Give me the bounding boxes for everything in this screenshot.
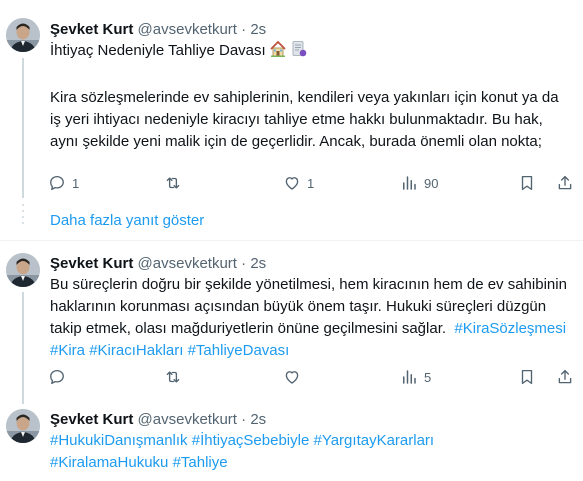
author-handle[interactable]: @avsevketkurt: [138, 21, 237, 38]
bookmark-button[interactable]: [518, 173, 536, 193]
hashtag-link[interactable]: #Tahliye: [173, 454, 228, 471]
views-count: 5: [424, 369, 432, 385]
views-count: 90: [424, 175, 439, 191]
hashtag-link[interactable]: #KiracıHakları: [89, 342, 183, 359]
tweet-actions: 5: [48, 367, 575, 387]
thread-connector: [22, 58, 24, 198]
bookmark-icon: [521, 369, 533, 385]
share-button[interactable]: [556, 173, 574, 193]
tweet-thread: Şevket Kurt @avsevketkurt · 2s İhtiyaç N…: [0, 0, 583, 481]
hashtag-link[interactable]: #KiraSözleşmesi: [454, 320, 566, 337]
document-emoji-icon: [290, 40, 308, 65]
bookmark-button[interactable]: [518, 367, 536, 387]
tweet-header: Şevket Kurt @avsevketkurt · 2s: [50, 254, 266, 274]
avatar[interactable]: [6, 18, 40, 52]
like-icon: [285, 371, 299, 384]
like-icon: [285, 177, 299, 190]
thread-connector: [22, 292, 24, 404]
avatar[interactable]: [6, 253, 40, 287]
share-icon: [558, 369, 572, 384]
hashtag-link[interactable]: #TahliyeDavası: [188, 342, 290, 359]
reply-icon: [50, 369, 64, 385]
like-button[interactable]: [283, 367, 307, 387]
hashtag-link[interactable]: #YargıtayKararları: [313, 432, 434, 449]
divider: [0, 240, 583, 241]
tweet-paragraph: Kira sözleşmelerinde ev sahiplerinin, ke…: [50, 89, 559, 150]
tweet-text: Bu süreçlerin doğru bir şekilde yönetilm…: [50, 274, 570, 362]
views-icon: [403, 176, 416, 190]
tweet-text: İhtiyaç Nedeniyle Tahliye Davası Kira sö…: [50, 40, 570, 153]
show-more-replies-link[interactable]: Daha fazla yanıt göster: [50, 212, 204, 229]
tweet-paragraph: Bu süreçlerin doğru bir şekilde yönetilm…: [50, 274, 570, 362]
avatar[interactable]: [6, 409, 40, 443]
hashtag-line: #KiralamaHukuku #Tahliye: [50, 452, 570, 474]
retweet-icon: [166, 371, 180, 383]
tweet-header: Şevket Kurt @avsevketkurt · 2s: [50, 20, 266, 40]
separator-dot: ·: [241, 255, 247, 272]
author-handle[interactable]: @avsevketkurt: [138, 411, 237, 428]
hashtag-link[interactable]: #KiralamaHukuku: [50, 454, 168, 471]
share-icon: [558, 175, 572, 190]
tweet-timestamp[interactable]: 2s: [250, 411, 266, 428]
views-button[interactable]: 5: [400, 367, 431, 387]
reply-button[interactable]: 1: [48, 173, 79, 193]
tweet-timestamp[interactable]: 2s: [250, 255, 266, 272]
hashtag-line: #HukukiDanışmanlık #İhtiyaçSebebiyle #Ya…: [50, 430, 570, 452]
views-button[interactable]: 90: [400, 173, 438, 193]
views-icon: [403, 370, 416, 384]
author-handle[interactable]: @avsevketkurt: [138, 255, 237, 272]
like-count: 1: [307, 175, 315, 191]
house-emoji-icon: [269, 40, 287, 65]
tweet-title-line: İhtiyaç Nedeniyle Tahliye Davası: [50, 40, 570, 65]
bookmark-icon: [521, 175, 533, 191]
reply-button[interactable]: [48, 367, 72, 387]
reply-icon: [50, 175, 64, 191]
like-button[interactable]: 1: [283, 173, 314, 193]
retweet-icon: [166, 177, 180, 189]
separator-dot: ·: [241, 411, 247, 428]
author-name[interactable]: Şevket Kurt: [50, 255, 133, 272]
tweet-header: Şevket Kurt @avsevketkurt · 2s: [50, 410, 266, 430]
tweet-text: #HukukiDanışmanlık #İhtiyaçSebebiyle #Ya…: [50, 430, 570, 474]
retweet-button[interactable]: [164, 367, 188, 387]
retweet-button[interactable]: [164, 173, 188, 193]
thread-dotted-connector: [22, 204, 24, 234]
tweet-actions: 1 1 90: [48, 173, 575, 193]
reply-count: 1: [72, 175, 80, 191]
author-name[interactable]: Şevket Kurt: [50, 411, 133, 428]
separator-dot: ·: [241, 21, 247, 38]
author-name[interactable]: Şevket Kurt: [50, 21, 133, 38]
share-button[interactable]: [556, 367, 574, 387]
hashtag-link[interactable]: #Kira: [50, 342, 85, 359]
hashtag-link[interactable]: #İhtiyaçSebebiyle: [192, 432, 310, 449]
tweet-timestamp[interactable]: 2s: [250, 21, 266, 38]
tweet-title: İhtiyaç Nedeniyle Tahliye Davası: [50, 42, 266, 59]
hashtag-link[interactable]: #HukukiDanışmanlık: [50, 432, 188, 449]
